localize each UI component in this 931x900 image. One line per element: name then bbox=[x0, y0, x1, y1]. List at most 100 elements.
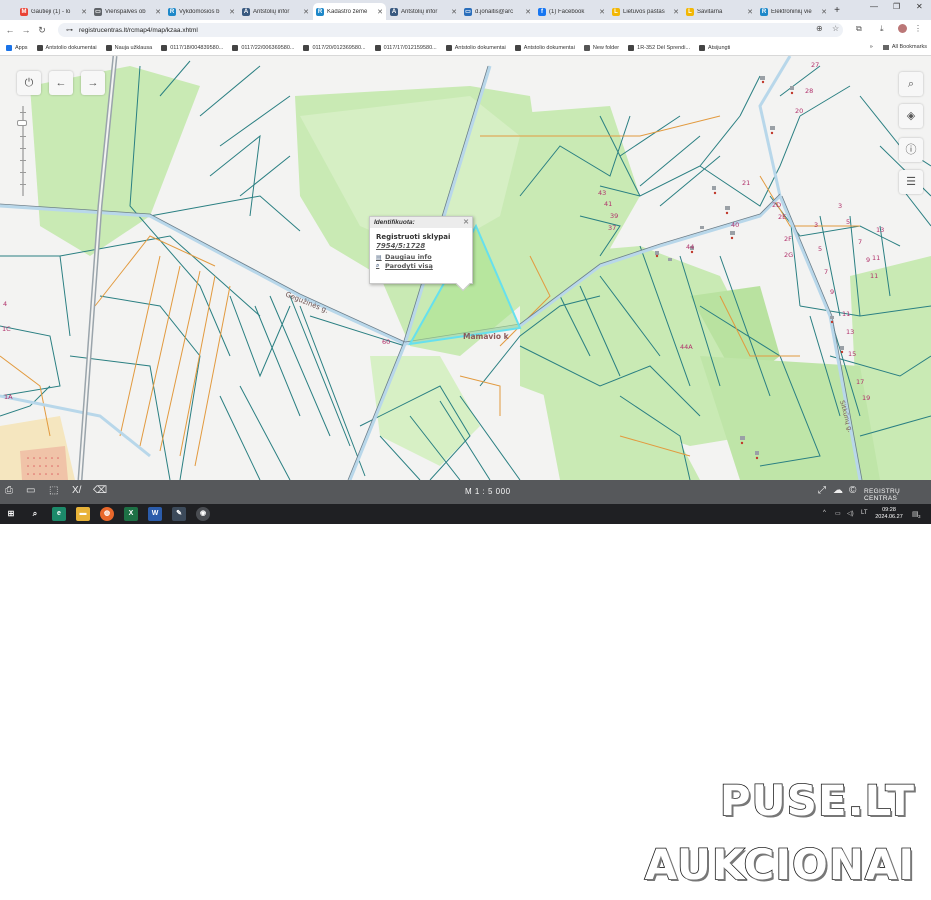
tab-favicon-icon: R bbox=[760, 7, 768, 16]
network-icon[interactable]: ▭ bbox=[835, 510, 841, 517]
tray-chevron-icon[interactable]: ^ bbox=[823, 510, 826, 516]
all-bookmarks[interactable]: » All Bookmarks bbox=[870, 44, 927, 50]
chevron-right-icon[interactable]: » bbox=[870, 44, 873, 50]
bookmark-8[interactable]: Antstolio dokumentai bbox=[514, 44, 575, 51]
bookmark-3[interactable]: 0117/18/004839580... bbox=[161, 44, 223, 51]
tab-label: Antstolių infor bbox=[401, 8, 438, 15]
tab-close-icon[interactable]: ✕ bbox=[599, 8, 605, 16]
site-info-icon[interactable]: ⊶ bbox=[66, 26, 73, 34]
tab-close-icon[interactable]: ✕ bbox=[81, 8, 87, 16]
tab-label: d.jonaitis@arc bbox=[475, 8, 514, 15]
tab-0[interactable]: M Gautieji (1) - lo ✕ bbox=[17, 3, 90, 20]
bookmark-11[interactable]: Atsijungti bbox=[699, 44, 730, 51]
forward-view-arrow-icon[interactable]: → bbox=[81, 71, 105, 95]
cadastral-map[interactable]: Gegužinės g. Mamavio k Sitkūnų g. 43 41 39… bbox=[0, 56, 931, 480]
lot-number: 17 bbox=[856, 378, 864, 386]
tab-4[interactable]: R Kadastro žemė ✕ bbox=[313, 3, 386, 20]
bookmark-7[interactable]: Antstolio dokumentai bbox=[445, 44, 506, 51]
tab-8[interactable]: L Lietuvos paštas ✕ bbox=[609, 3, 682, 20]
zoom-slider[interactable] bbox=[17, 106, 27, 196]
bookmark-9[interactable]: New folder bbox=[583, 44, 619, 51]
bookmark-4[interactable]: 0117/22/006369580... bbox=[232, 44, 294, 51]
profile-avatar[interactable] bbox=[898, 24, 907, 33]
zoom-tick bbox=[20, 184, 26, 185]
more-info-link[interactable]: ▤ Daugiau info bbox=[370, 250, 472, 261]
tab-2[interactable]: R Vykdomosios b ✕ bbox=[165, 3, 238, 20]
power-icon[interactable]: ⏻ bbox=[17, 71, 41, 95]
layers-icon[interactable]: ◈ bbox=[899, 104, 923, 128]
tab-7[interactable]: f (1) Facebook ✕ bbox=[535, 3, 608, 20]
tab-close-icon[interactable]: ✕ bbox=[821, 8, 827, 16]
menu-kebab-icon[interactable]: ⋮ bbox=[914, 24, 922, 33]
firefox-icon[interactable]: ◍ bbox=[100, 507, 114, 521]
tab-10[interactable]: R Elektroninių vie ✕ bbox=[757, 3, 830, 20]
forward-arrow-icon[interactable]: → bbox=[18, 25, 34, 35]
lot-number: 3 bbox=[838, 202, 842, 210]
copyright-icon[interactable]: © bbox=[849, 485, 856, 496]
doc-icon bbox=[303, 44, 310, 51]
extensions-icon[interactable]: ⧉ bbox=[856, 24, 862, 34]
bookmark-10[interactable]: 1R-352 Dėl Sprendi... bbox=[628, 44, 690, 51]
legend-list-icon[interactable]: ☰ bbox=[899, 170, 923, 194]
tab-close-icon[interactable]: ✕ bbox=[155, 8, 161, 16]
tab-favicon-icon: L bbox=[686, 7, 694, 16]
print-icon[interactable]: ⎙ bbox=[5, 485, 13, 496]
zoom-icon[interactable]: ⊕ bbox=[816, 24, 823, 33]
tab-close-icon[interactable]: ✕ bbox=[747, 8, 753, 16]
search-icon[interactable]: ⌕ bbox=[899, 72, 923, 96]
tab-6[interactable]: ▭ d.jonaitis@arc ✕ bbox=[461, 3, 534, 20]
tab-5[interactable]: A Antstolių infor ✕ bbox=[387, 3, 460, 20]
tab-close-icon[interactable]: ✕ bbox=[451, 8, 457, 16]
file-explorer-icon[interactable]: ▬ bbox=[76, 507, 90, 521]
download-icon[interactable]: ⤓ bbox=[880, 24, 884, 34]
back-view-arrow-icon[interactable]: ← bbox=[49, 71, 73, 95]
close-window-icon[interactable]: ✕ bbox=[916, 2, 923, 11]
coordinates-icon[interactable]: X/ bbox=[72, 485, 81, 496]
tab-3[interactable]: A Antstolių infor ✕ bbox=[239, 3, 312, 20]
show-all-link[interactable]: ⌕ Parodyti visą bbox=[370, 261, 472, 270]
fullscreen-icon[interactable]: ⤢ bbox=[818, 485, 826, 496]
volume-icon[interactable]: ◁) bbox=[847, 510, 854, 517]
reload-icon[interactable]: ↻ bbox=[34, 25, 50, 36]
tab-label: Antstolių infor bbox=[253, 8, 290, 15]
chrome-icon[interactable]: ◉ bbox=[196, 507, 210, 521]
tab-1[interactable]: ▭ Vienspalvės ob ✕ bbox=[91, 3, 164, 20]
bookmark-5[interactable]: 0117/20/012369580... bbox=[303, 44, 366, 51]
tab-close-icon[interactable]: ✕ bbox=[229, 8, 235, 16]
parcel-number-link[interactable]: 7954/5:1728 bbox=[370, 241, 472, 250]
bookmark-star-icon[interactable]: ☆ bbox=[832, 24, 839, 33]
bookmark-2[interactable]: Nauja užklausa bbox=[105, 44, 152, 51]
search-taskbar-icon[interactable]: ⌕ bbox=[28, 507, 42, 521]
lot-number: 43 bbox=[598, 189, 606, 197]
new-tab-button[interactable]: + bbox=[830, 3, 844, 20]
bookmark-6[interactable]: 0117/17/012159580... bbox=[374, 44, 437, 51]
bookmark-0[interactable]: Apps bbox=[6, 44, 28, 51]
bookmark-1[interactable]: Antstolio dokumentai bbox=[36, 44, 97, 51]
language-indicator[interactable]: LT bbox=[861, 510, 868, 516]
identify-popup: Identifikuota: ✕ Registruoti sklypai 795… bbox=[369, 216, 473, 292]
show-all-label: Parodyti visą bbox=[385, 262, 433, 270]
tab-close-icon[interactable]: ✕ bbox=[303, 8, 309, 16]
minimize-icon[interactable]: — bbox=[870, 2, 878, 11]
app-icon[interactable]: ✎ bbox=[172, 507, 186, 521]
windows-start-icon[interactable]: ⊞ bbox=[4, 507, 18, 521]
tab-close-icon[interactable]: ✕ bbox=[377, 8, 383, 16]
eraser-icon[interactable]: ⌫ bbox=[93, 485, 107, 496]
maximize-icon[interactable]: ❐ bbox=[893, 2, 900, 11]
close-icon[interactable]: ✕ bbox=[463, 218, 469, 226]
ruler-icon[interactable]: ▭ bbox=[26, 485, 35, 496]
cloud-icon[interactable]: ☁ bbox=[833, 485, 843, 496]
lot-number: 2F bbox=[784, 235, 792, 243]
tab-close-icon[interactable]: ✕ bbox=[673, 8, 679, 16]
tab-9[interactable]: L Savitarna ✕ bbox=[683, 3, 756, 20]
tab-close-icon[interactable]: ✕ bbox=[525, 8, 531, 16]
back-arrow-icon[interactable]: ← bbox=[2, 25, 18, 35]
url-input[interactable]: ⊶ registrucentras.lt/rcmap4/map/kzaa.xht… bbox=[58, 23, 843, 37]
system-clock[interactable]: 09:28 2024.06.27 bbox=[873, 507, 905, 521]
info-icon[interactable]: ⓘ bbox=[899, 138, 923, 162]
zoom-slider-handle[interactable] bbox=[17, 120, 27, 126]
select-area-icon[interactable]: ⬚ bbox=[49, 485, 58, 496]
edge-icon[interactable]: e bbox=[52, 507, 66, 521]
excel-icon[interactable]: X bbox=[124, 507, 138, 521]
word-icon[interactable]: W bbox=[148, 507, 162, 521]
